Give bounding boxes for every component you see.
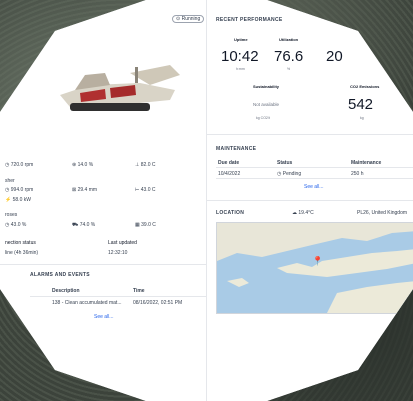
maintenance-col-maint: Maintenance [351,160,382,166]
alarm-time: 08/16/2022, 02:51 PM [133,300,183,306]
utilization-unit: % [287,67,291,71]
stat-temperature: ⊥ 82.0 C [135,162,156,168]
alarms-col-time: Time [133,288,145,294]
alarm-description[interactable]: 138 - Clean accumulated mat... [52,300,121,306]
stat-process-1: ◷ 43.0 % [5,222,27,228]
location-map[interactable]: 📍 [216,222,413,314]
co2-value: 542 [348,96,374,113]
stat-css: ⊠ 29.4 mm [72,187,98,193]
location-place: PL26, United Kingdom [357,210,408,216]
divider [207,200,413,201]
stat-speed: ◷ 720.0 rpm [5,162,34,168]
uptime-value: 10:42 [221,48,259,65]
maintenance-status: ◷ Pending [277,171,302,177]
divider [207,134,413,135]
stat-crusher-speed: ◷ 994.0 rpm [5,187,34,193]
maintenance-col-due: Due date [218,160,240,166]
crusher-machine-image [60,65,180,111]
alarms-see-all-link[interactable]: See all... [94,314,113,320]
section-label: sher [5,178,15,184]
maintenance-see-all-link[interactable]: See all... [304,184,323,190]
sustainability-label: Sustainability [253,84,280,89]
maintenance-hours: 250 h [351,171,364,177]
co2-unit: kg [360,116,364,120]
divider [0,264,206,265]
cloud-icon: ☁ [292,210,297,216]
alarms-col-description: Description [52,288,80,294]
connection-status-label: nection status [5,240,36,246]
map-pin-icon[interactable]: 📍 [312,256,323,267]
divider [216,178,413,179]
sustainability-value: Not available [253,102,280,107]
dashboard-viewport: ⊙ Running ◷ 720.0 rpm ⊛ 14.0 % ⊥ 82.0 C … [0,0,413,401]
stat-process-3: ▦ 39.0 C [135,222,156,228]
divider [30,296,206,297]
weather: ☁ 19.4°C [292,210,314,216]
status-badge: ⊙ Running [172,15,205,23]
last-updated-label: Last updated [108,240,137,246]
maintenance-due: 10/4/2022 [218,171,241,177]
last-updated-value: 12:32:10 [108,250,128,256]
kpi-third-value: 20 [326,48,343,65]
connection-status-value: line (4h 36min) [5,250,39,256]
uptime-label: Uptime [234,37,248,42]
status-badge-text: Running [181,16,201,22]
utilization-value: 76.6 [274,48,304,65]
divider [216,167,413,168]
uptime-unit: h:mm [236,67,245,71]
pending-clock-icon: ◷ [277,171,282,177]
performance-title: RECENT PERFORMANCE [216,17,283,23]
section-label: roses [5,212,18,218]
co2-label: CO2 Emissions [350,84,380,89]
sustainability-unit: kg CO2/t [256,116,270,120]
alarms-title: ALARMS AND EVENTS [30,272,90,278]
stat-process-2: ⛟ 74.0 % [72,222,96,228]
stat-oil-temp: ⊢ 43.0 C [135,187,156,193]
stat-power: ⚡ 58.0 kW [5,197,31,203]
maintenance-col-status: Status [277,160,293,166]
map-land [217,223,413,313]
utilization-label: Utilization [279,37,299,42]
stat-load: ⊛ 14.0 % [72,162,94,168]
location-title: LOCATION [216,210,245,216]
maintenance-title: MAINTENANCE [216,146,257,152]
